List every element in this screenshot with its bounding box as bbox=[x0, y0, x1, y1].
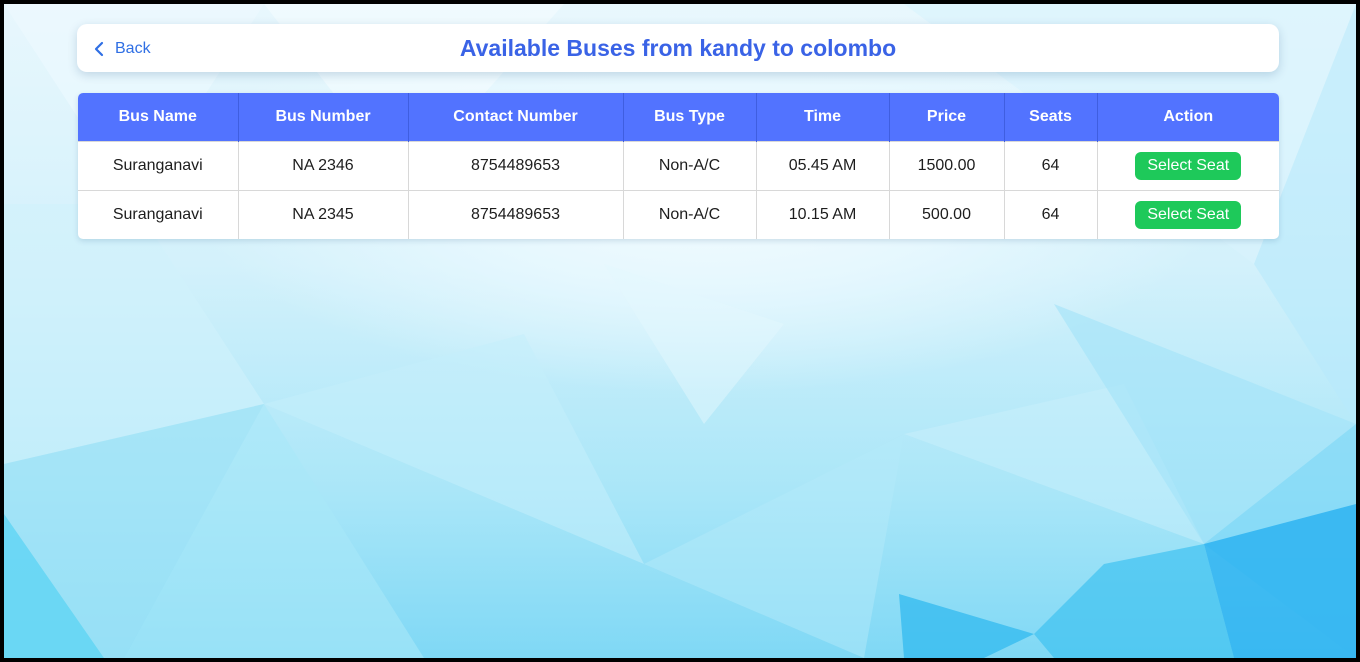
column-header-bus-name: Bus Name bbox=[78, 93, 239, 141]
page-title: Available Buses from kandy to colombo bbox=[459, 35, 897, 61]
back-label: Back bbox=[115, 40, 151, 57]
select-seat-button[interactable]: Select Seat bbox=[1135, 200, 1242, 229]
chevron-left-icon bbox=[94, 41, 104, 57]
cell-contact-number: 8754489653 bbox=[408, 189, 624, 239]
cell-bus-type: Non-A/C bbox=[623, 140, 757, 190]
cell-price: 500.00 bbox=[889, 189, 1005, 239]
cell-bus-number: NA 2345 bbox=[238, 189, 409, 239]
cell-price: 1500.00 bbox=[889, 140, 1005, 190]
cell-action: Select Seat bbox=[1097, 140, 1279, 190]
table-row: Suranganavi NA 2345 8754489653 Non-A/C 1… bbox=[78, 189, 1279, 239]
cell-contact-number: 8754489653 bbox=[408, 140, 624, 190]
column-header-bus-type: Bus Type bbox=[623, 93, 757, 141]
column-header-bus-number: Bus Number bbox=[238, 93, 409, 141]
back-link[interactable]: Back bbox=[93, 38, 151, 60]
cell-bus-type: Non-A/C bbox=[623, 189, 757, 239]
page-background: Back Available Buses from kandy to colom… bbox=[4, 4, 1356, 658]
cell-time: 05.45 AM bbox=[756, 140, 890, 190]
cell-bus-name: Suranganavi bbox=[78, 140, 239, 190]
column-header-price: Price bbox=[889, 93, 1005, 141]
cell-seats: 64 bbox=[1004, 189, 1098, 239]
page-header: Back Available Buses from kandy to colom… bbox=[77, 24, 1279, 72]
cell-time: 10.15 AM bbox=[756, 189, 890, 239]
cell-action: Select Seat bbox=[1097, 189, 1279, 239]
column-header-action: Action bbox=[1097, 93, 1279, 141]
bus-table: Bus Name Bus Number Contact Number Bus T… bbox=[78, 93, 1279, 239]
table-header-row: Bus Name Bus Number Contact Number Bus T… bbox=[78, 93, 1279, 141]
select-seat-button[interactable]: Select Seat bbox=[1135, 151, 1242, 180]
column-header-seats: Seats bbox=[1004, 93, 1098, 141]
table-row: Suranganavi NA 2346 8754489653 Non-A/C 0… bbox=[78, 140, 1279, 190]
cell-bus-number: NA 2346 bbox=[238, 140, 409, 190]
cell-bus-name: Suranganavi bbox=[78, 189, 239, 239]
cell-seats: 64 bbox=[1004, 140, 1098, 190]
column-header-contact-number: Contact Number bbox=[408, 93, 624, 141]
column-header-time: Time bbox=[756, 93, 890, 141]
